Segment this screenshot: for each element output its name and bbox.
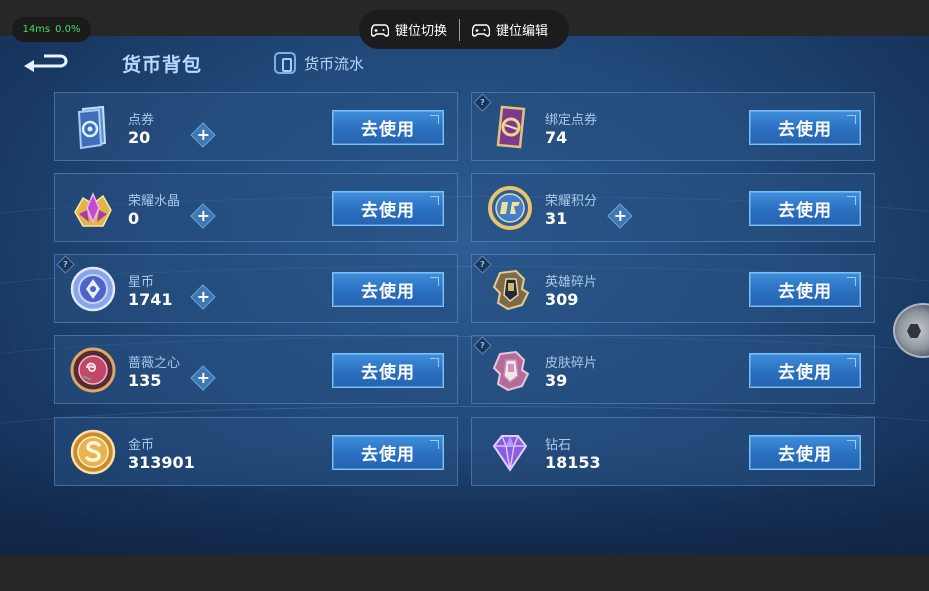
voucher-icon: [77, 105, 107, 150]
star-coin-icon: [70, 266, 116, 312]
key-edit-label: 键位编辑: [496, 24, 549, 39]
use-button[interactable]: 去使用: [749, 191, 861, 226]
key-mapping-toolbar: 键位切换 键位编辑: [359, 10, 569, 49]
add-button[interactable]: +: [607, 203, 633, 229]
plus-icon: +: [196, 206, 211, 226]
use-button[interactable]: 去使用: [332, 191, 444, 226]
currency-card-skin-shard: ? 皮肤碎片 39 去使用: [471, 335, 875, 404]
currency-amount: 18153: [545, 453, 601, 472]
add-button[interactable]: +: [190, 203, 216, 229]
currency-amount: 135: [128, 371, 162, 390]
use-button[interactable]: 去使用: [749, 435, 861, 470]
key-edit-button[interactable]: 键位编辑: [460, 10, 560, 49]
packet-loss-value: 0.0%: [55, 24, 81, 35]
currency-name: 英雄碎片: [545, 275, 598, 290]
back-arrow-icon[interactable]: [22, 52, 72, 76]
crystal-icon: [74, 192, 112, 227]
currency-name: 钻石: [545, 438, 572, 453]
currency-name: 金币: [128, 438, 155, 453]
currency-amount: 31: [545, 209, 568, 228]
currency-name: 点券: [128, 113, 155, 128]
currency-amount: 313901: [128, 453, 195, 472]
use-button[interactable]: 去使用: [749, 272, 861, 307]
currency-amount: 74: [545, 128, 568, 147]
currency-card-glory-points: 荣耀积分 31 + 去使用: [471, 173, 875, 242]
page-title: 货币背包: [122, 54, 203, 76]
bound-voucher-icon: [496, 105, 526, 149]
skin-shard-icon: [492, 350, 530, 392]
glory-points-icon: [488, 186, 532, 230]
use-button[interactable]: 去使用: [332, 435, 444, 470]
currency-name: 皮肤碎片: [545, 356, 598, 371]
rose-heart-icon: [70, 347, 116, 393]
currency-card-glory-crystal: 荣耀水晶 0 + 去使用: [54, 173, 458, 242]
use-button[interactable]: 去使用: [332, 110, 444, 145]
ledger-icon: [274, 52, 296, 74]
key-switch-button[interactable]: 键位切换: [359, 10, 459, 49]
currency-amount: 20: [128, 128, 151, 147]
currency-card-bound-voucher: ? 绑定点券 74 去使用: [471, 92, 875, 161]
currency-card-star-coin: ? 星币 1741 + 去使用: [54, 254, 458, 323]
currency-card-rose-heart: 蔷薇之心 135 + 去使用: [54, 335, 458, 404]
currency-card-hero-shard: ? 英雄碎片 309 去使用: [471, 254, 875, 323]
currency-amount: 1741: [128, 290, 173, 309]
currency-flow-label: 货币流水: [304, 54, 365, 73]
diamond-icon: [492, 435, 528, 472]
currency-name: 荣耀水晶: [128, 194, 181, 209]
use-button[interactable]: 去使用: [332, 353, 444, 388]
network-status: 14ms 0.0%: [12, 17, 91, 42]
currency-card-voucher: 点券 20 + 去使用: [54, 92, 458, 161]
currency-name: 荣耀积分: [545, 194, 598, 209]
currency-amount: 0: [128, 209, 140, 228]
use-button[interactable]: 去使用: [332, 272, 444, 307]
use-button[interactable]: 去使用: [749, 110, 861, 145]
plus-icon: +: [196, 125, 211, 145]
plus-icon: +: [613, 206, 628, 226]
currency-amount: 309: [545, 290, 579, 309]
plus-icon: +: [196, 368, 211, 388]
gold-coin-icon: [70, 429, 116, 475]
use-button[interactable]: 去使用: [749, 353, 861, 388]
currency-card-gold: 金币 313901 去使用: [54, 417, 458, 486]
add-button[interactable]: +: [190, 365, 216, 391]
latency-value: 14ms: [22, 24, 51, 35]
currency-amount: 39: [545, 371, 568, 390]
gamepad-icon: [472, 23, 491, 37]
currency-flow-tab[interactable]: 货币流水: [274, 52, 364, 74]
screen: 14ms 0.0% 键位切换 键位编辑 货币背包 货币流水 点券 20 + 去使…: [0, 0, 929, 591]
plus-icon: +: [196, 287, 211, 307]
currency-name: 蔷薇之心: [128, 356, 181, 371]
currency-card-diamond: 钻石 18153 去使用: [471, 417, 875, 486]
currency-name: 星币: [128, 275, 155, 290]
key-switch-label: 键位切换: [395, 24, 448, 39]
hero-shard-icon: [492, 269, 530, 311]
currency-name: 绑定点券: [545, 113, 598, 128]
gamepad-icon: [371, 23, 389, 37]
add-button[interactable]: +: [190, 284, 216, 310]
add-button[interactable]: +: [190, 122, 216, 148]
